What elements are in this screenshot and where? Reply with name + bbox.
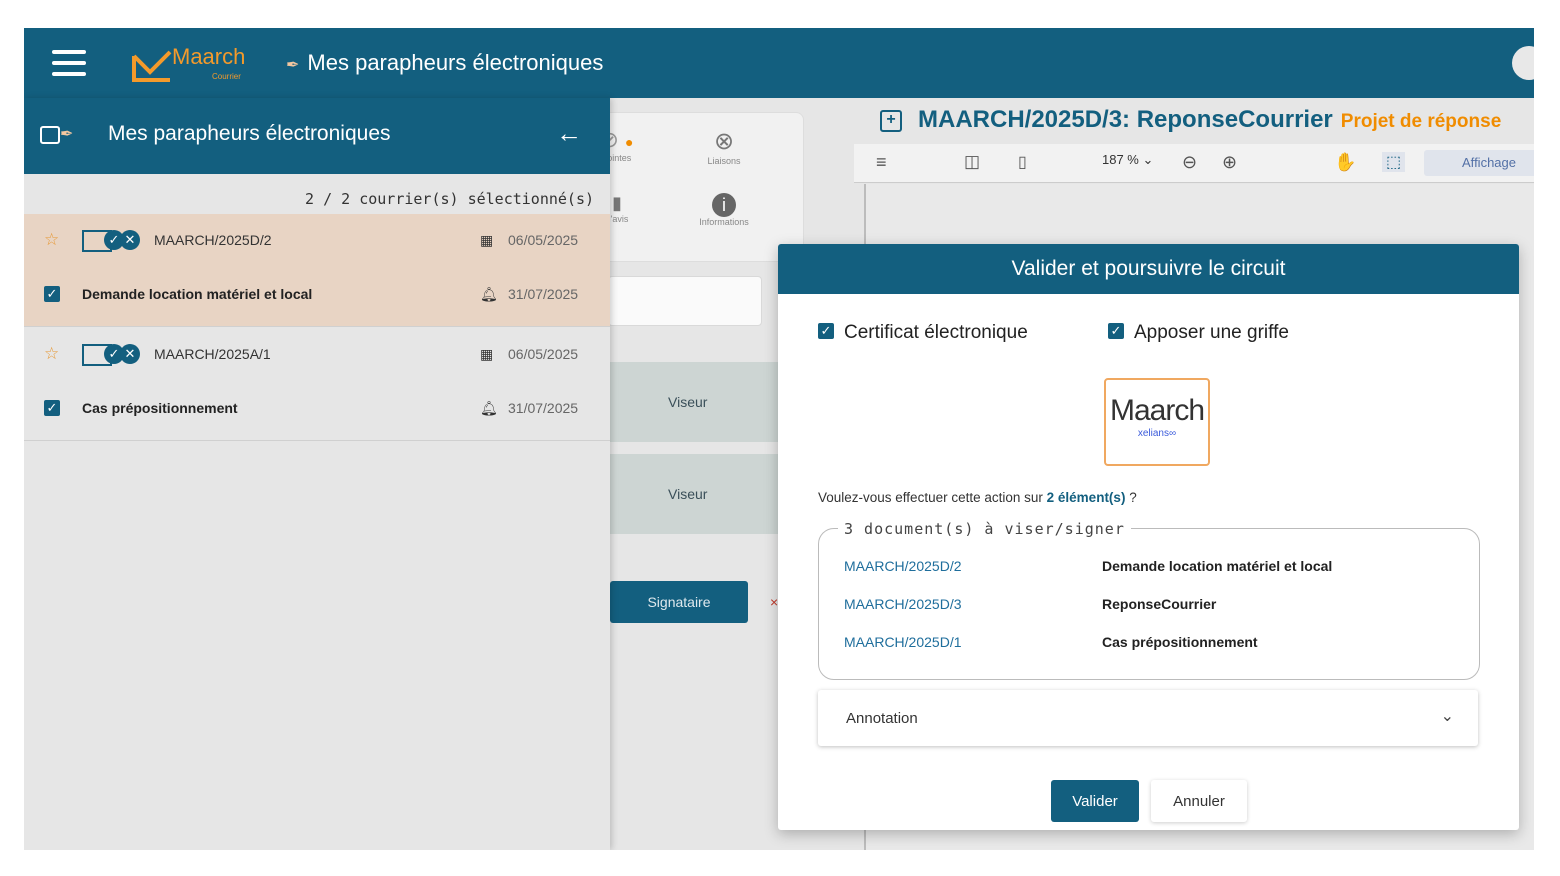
item-subject: Cas prépositionnement	[82, 400, 238, 416]
sidebar-title: Mes parapheurs électroniques	[108, 122, 391, 145]
tab-liaisons[interactable]: ⊗ Liaisons	[669, 127, 779, 166]
annotation-label: Annotation	[846, 710, 918, 727]
validate-button[interactable]: Valider	[1051, 780, 1139, 822]
search-field[interactable]	[608, 276, 762, 326]
zoom-out-icon[interactable]: ⊖	[1182, 152, 1197, 173]
document-link[interactable]: MAARCH/2025D/2	[844, 558, 962, 574]
expand-icon[interactable]: +	[880, 109, 902, 132]
page-icon[interactable]: ▯	[1018, 152, 1027, 172]
documents-legend: 3 document(s) à viser/signer	[838, 520, 1131, 538]
griffe-image[interactable]: Maarch xelians∞	[1104, 378, 1210, 466]
display-button[interactable]: Affichage	[1424, 150, 1534, 176]
logo-text: Maarch	[172, 44, 246, 69]
item-date: 06/05/2025	[508, 346, 579, 362]
griffe-main-text: Maarch	[1109, 394, 1205, 427]
document-subject: Demande location matériel et local	[1102, 558, 1333, 574]
item-date: 06/05/2025	[508, 232, 579, 248]
star-icon[interactable]: ☆	[44, 344, 59, 364]
item-deadline: 31/07/2025	[508, 400, 579, 416]
select-tool-icon[interactable]: ⬚	[1382, 152, 1406, 172]
tab-label: Liaisons	[707, 156, 741, 166]
remove-icon[interactable]: ×	[770, 594, 778, 610]
chevron-down-icon: ⌄	[1440, 708, 1454, 725]
star-icon[interactable]: ☆	[44, 230, 59, 250]
tools-panel: ⊘ ● Jointes ⊗ Liaisons ▮ d'avis i Inform…	[584, 112, 804, 262]
griffe-checkbox[interactable]: ✓ Apposer une griffe	[1108, 322, 1289, 344]
document-title: + MAARCH/2025D/3: ReponseCourrier Projet d…	[880, 106, 1501, 134]
mail-visa-icon: ✓ ✕	[82, 344, 140, 366]
menu-icon[interactable]	[52, 50, 86, 78]
link-icon: ⊗	[713, 128, 735, 155]
logo-subtext: Courrier	[212, 72, 241, 81]
bell-icon: 🔔︎	[480, 286, 498, 302]
sidebar: ✒ Mes parapheurs électroniques ← 2 / 2 c…	[24, 98, 610, 850]
workflow-row: Viseur	[608, 454, 783, 534]
zoom-in-icon[interactable]: ⊕	[1222, 152, 1237, 173]
item-deadline: 31/07/2025	[508, 286, 579, 302]
certificate-label: Certificat électronique	[844, 322, 1028, 343]
document-link[interactable]: MAARCH/2025D/3	[844, 596, 962, 612]
cancel-button[interactable]: Annuler	[1151, 780, 1247, 822]
page-title-text: Mes parapheurs électroniques	[307, 50, 604, 75]
sidebar-header: ✒ Mes parapheurs électroniques ←	[24, 98, 610, 174]
avatar[interactable]	[1512, 46, 1534, 80]
calendar-icon: ▦	[480, 232, 494, 248]
certificate-checkbox[interactable]: ✓ Certificat électronique	[818, 322, 1028, 344]
pen-icon: ✒	[60, 126, 74, 143]
workflow-role: Viseur	[668, 394, 708, 410]
infinity-icon: ∞	[1169, 428, 1177, 439]
calendar-icon: ▦	[480, 346, 494, 362]
info-icon: i	[712, 193, 736, 217]
workflow-row: Viseur	[608, 362, 783, 442]
list-item[interactable]: ☆ ✓ ✕ MAARCH/2025A/1 ▦ 06/05/2025 ✓ Cas p…	[24, 328, 610, 441]
griffe-label: Apposer une griffe	[1134, 322, 1289, 343]
griffe-sub-text: xelians∞	[1137, 428, 1177, 439]
document-status: Projet de réponse	[1340, 111, 1502, 132]
document-link[interactable]: MAARCH/2025D/1	[844, 634, 962, 650]
logo-mark-icon	[132, 50, 172, 82]
confirmation-question: Voulez-vous effectuer cette action sur 2…	[818, 490, 1137, 505]
tab-informations[interactable]: i Informations	[669, 193, 779, 227]
signataire-button[interactable]: Signataire	[610, 581, 748, 623]
checkbox-checked-icon: ✓	[1108, 322, 1124, 339]
checkbox-checked-icon: ✓	[818, 322, 834, 339]
bell-icon: 🔔︎	[480, 400, 498, 416]
document-title-text: MAARCH/2025D/3: ReponseCourrier	[918, 106, 1333, 133]
item-checkbox[interactable]: ✓	[44, 400, 60, 416]
hand-tool-icon[interactable]: ✋	[1334, 152, 1356, 173]
workflow-role: Viseur	[668, 486, 708, 502]
top-bar: Maarch Courrier ✒ Mes parapheurs électron…	[24, 28, 1534, 98]
selection-count: 2 / 2 courrier(s) sélectionné(s)	[305, 190, 594, 208]
sidebar-toggle-icon[interactable]: ◫	[964, 152, 980, 172]
item-subject: Demande location matériel et local	[82, 286, 313, 302]
document-subject: Cas prépositionnement	[1102, 634, 1258, 650]
dialog-title: Valider et poursuivre le circuit	[778, 244, 1519, 294]
tab-label: Informations	[699, 217, 749, 227]
validation-dialog: Valider et poursuivre le circuit ✓ Certif…	[778, 244, 1519, 830]
document-subject: ReponseCourrier	[1102, 596, 1217, 612]
list-item[interactable]: ☆ ✓ ✕ MAARCH/2025D/2 ▦ 06/05/2025 ✓ Deman…	[24, 214, 610, 327]
element-count: 2 élément(s)	[1046, 490, 1126, 505]
zoom-value: 187 %	[1102, 152, 1139, 167]
item-checkbox[interactable]: ✓	[44, 286, 60, 302]
pdf-toolbar: ≡ ◫ ▯ 187 % ⌄ ⊖ ⊕ ✋ ⬚ Affichage	[854, 144, 1534, 183]
annotation-expander[interactable]: Annotation ⌄	[818, 690, 1478, 746]
zoom-select[interactable]: 187 % ⌄	[1102, 152, 1153, 168]
pen-icon: ✒	[286, 57, 300, 74]
item-ref: MAARCH/2025D/2	[154, 232, 272, 248]
toolbar-menu-icon[interactable]: ≡	[876, 152, 887, 173]
item-ref: MAARCH/2025A/1	[154, 346, 271, 362]
back-arrow-icon[interactable]: ←	[556, 118, 582, 149]
mail-visa-icon: ✓ ✕	[82, 230, 140, 252]
inbox-icon	[40, 126, 60, 144]
page-title: ✒ Mes parapheurs électroniques	[286, 50, 603, 76]
maarch-logo[interactable]: Maarch Courrier	[132, 44, 262, 88]
